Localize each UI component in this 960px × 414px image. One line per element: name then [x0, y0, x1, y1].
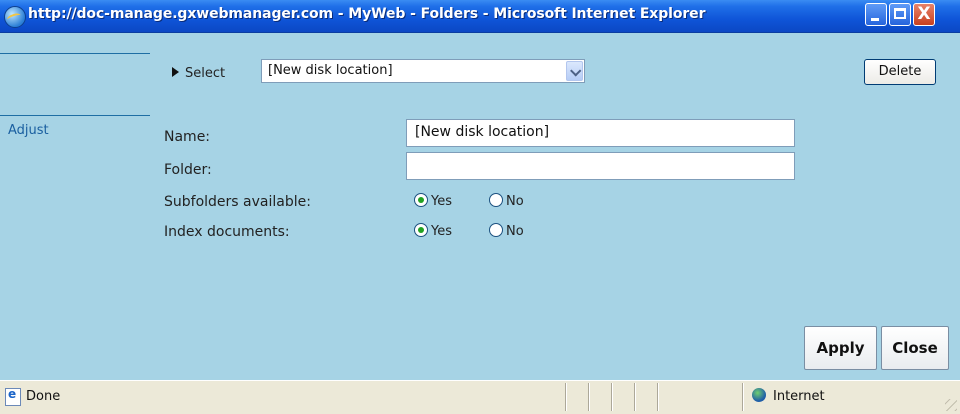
- radio-selected-icon: [414, 223, 428, 237]
- resize-grip-icon[interactable]: [945, 399, 957, 411]
- index-no-radio[interactable]: No: [489, 223, 524, 239]
- window-title-bar[interactable]: http://doc-manage.gxwebmanager.com - MyW…: [0, 0, 960, 33]
- subfolders-yes-radio[interactable]: Yes: [414, 193, 452, 209]
- ie-icon: [4, 6, 26, 28]
- security-zone: Internet: [773, 389, 825, 404]
- radio-unselected-icon: [489, 223, 503, 237]
- select-label: Select: [185, 66, 226, 81]
- radio-label: No: [506, 224, 524, 239]
- close-icon: X: [917, 4, 931, 24]
- maximize-button[interactable]: [889, 3, 911, 26]
- radio-label: Yes: [431, 224, 452, 239]
- globe-icon: [752, 388, 766, 402]
- chevron-down-icon: [570, 65, 582, 77]
- status-divider: [657, 383, 659, 411]
- minimize-icon: [871, 18, 879, 21]
- maximize-icon: [894, 8, 906, 19]
- select-toggle[interactable]: Select: [172, 66, 225, 81]
- sidebar-divider: [0, 53, 150, 54]
- close-window-button[interactable]: X: [913, 3, 935, 26]
- status-divider: [634, 383, 636, 411]
- sidebar-item-adjust[interactable]: Adjust: [8, 123, 49, 138]
- page-icon: [5, 387, 21, 406]
- radio-unselected-icon: [489, 193, 503, 207]
- name-label: Name:: [164, 129, 211, 145]
- location-select[interactable]: [New disk location]: [261, 59, 585, 83]
- radio-label: No: [506, 194, 524, 209]
- triangle-right-icon: [172, 67, 179, 77]
- status-divider: [588, 383, 590, 411]
- close-button[interactable]: Close: [881, 326, 949, 370]
- status-divider: [742, 383, 744, 411]
- radio-selected-icon: [414, 193, 428, 207]
- folder-field[interactable]: [406, 152, 795, 180]
- index-yes-radio[interactable]: Yes: [414, 223, 452, 239]
- radio-label: Yes: [431, 194, 452, 209]
- location-select-value: [New disk location]: [268, 63, 393, 78]
- status-bar: Done Internet: [0, 380, 960, 414]
- content-area: Adjust Select [New disk location] Delete…: [0, 33, 960, 380]
- folder-label: Folder:: [164, 162, 212, 178]
- status-divider: [611, 383, 613, 411]
- subfolders-no-radio[interactable]: No: [489, 193, 524, 209]
- status-text: Done: [26, 389, 61, 404]
- sidebar-divider: [0, 115, 150, 116]
- index-documents-label: Index documents:: [164, 224, 290, 240]
- window-title: http://doc-manage.gxwebmanager.com - MyW…: [28, 6, 706, 22]
- minimize-button[interactable]: [865, 3, 887, 26]
- delete-button[interactable]: Delete: [864, 59, 936, 85]
- dropdown-button[interactable]: [566, 61, 583, 81]
- apply-button[interactable]: Apply: [804, 326, 877, 370]
- name-field[interactable]: [New disk location]: [406, 119, 795, 147]
- subfolders-label: Subfolders available:: [164, 194, 311, 210]
- status-divider: [565, 383, 567, 411]
